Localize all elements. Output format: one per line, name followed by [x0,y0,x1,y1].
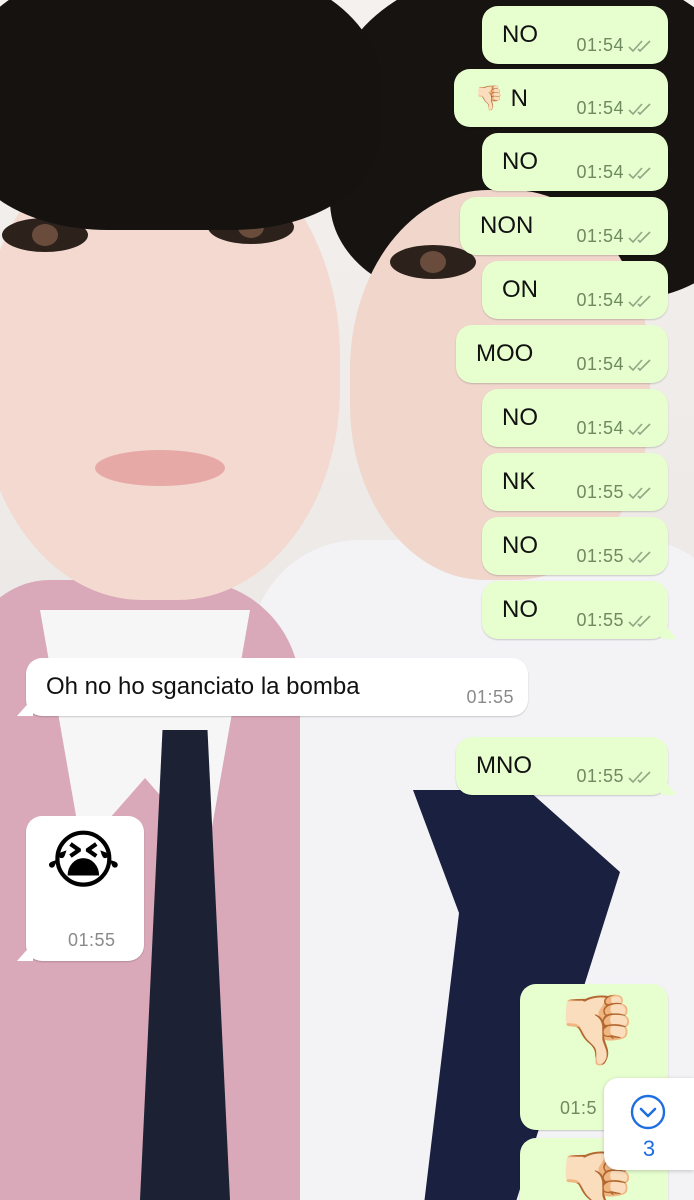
double-check-icon [628,39,651,52]
message-time: 01:54 [576,418,624,438]
thumbs-down-emoji: 👎🏻 [554,992,639,1068]
message-text: NK [502,468,536,495]
double-check-icon [628,358,651,371]
message-bubble-outgoing[interactable]: NON 01:54 [460,197,668,255]
message-time: 01:55 [576,546,624,566]
message-bubble-outgoing[interactable]: 👎🏻 N 01:54 [454,69,668,127]
double-check-icon [628,294,651,307]
message-time: 01:55 [576,482,624,502]
message-bubble-outgoing[interactable]: MNO 01:55 [456,737,668,795]
double-check-icon [628,166,651,179]
message-meta: 01:54 [576,418,654,439]
message-meta: 01:54 [576,35,654,56]
message-meta: 01:55 [576,610,654,631]
double-check-icon [628,614,651,627]
message-bubble-outgoing[interactable]: NO 01:55 [482,581,668,639]
message-meta: 01:55 [576,766,654,787]
message-bubble-outgoing[interactable]: NO 01:55 [482,517,668,575]
message-bubble-outgoing[interactable]: NO 01:54 [482,133,668,191]
message-time: 01:5 [560,1098,598,1118]
message-time: 01:55 [576,610,624,630]
message-meta: 01:55 [576,482,654,503]
double-check-icon [628,770,651,783]
message-meta: 01:54 [576,226,654,247]
message-text: NO [502,148,538,175]
message-time: 01:54 [576,98,624,118]
message-meta: 01:55 [576,546,654,567]
message-time: 01:55 [466,687,514,707]
message-text: NON [480,212,534,239]
wallpaper-mouth-left [95,450,225,486]
message-text: MOO [476,340,534,367]
message-bubble-outgoing[interactable]: NO 01:54 [482,389,668,447]
message-time: 01:54 [576,35,624,55]
message-time: 01:54 [576,290,624,310]
message-bubble-outgoing[interactable]: NK 01:55 [482,453,668,511]
unread-count-badge: 3 [642,1136,656,1161]
message-time: 01:55 [576,766,624,786]
message-text: MNO [476,752,532,779]
scroll-to-bottom-button[interactable]: 3 [604,1078,694,1170]
message-text: NO [502,404,538,431]
loudly-crying-emoji: 😭 [46,824,121,896]
message-text: NO [502,596,538,623]
wallpaper-hair-left [0,0,380,230]
double-check-icon [628,486,651,499]
message-text: NO [502,532,538,559]
message-text: N [510,85,528,112]
message-text: ON [502,276,538,303]
double-check-icon [628,550,651,563]
message-bubble-outgoing[interactable]: MOO 01:54 [456,325,668,383]
message-bubble-incoming[interactable]: Oh no ho sganciato la bomba 01:55 [26,658,528,716]
message-text: Oh no ho sganciato la bomba [46,673,360,700]
message-bubble-outgoing[interactable]: NO 01:54 [482,6,668,64]
double-check-icon [628,102,651,115]
message-content: 👎🏻 N [474,84,528,113]
message-time: 01:54 [576,162,624,182]
chevron-down-icon [630,1094,666,1130]
message-bubble-incoming[interactable]: 😭 01:55 [26,816,144,961]
message-time: 01:54 [576,354,624,374]
double-check-icon [628,422,651,435]
message-meta: 01:55 [466,687,514,708]
double-check-icon [628,230,651,243]
message-bubble-outgoing[interactable]: ON 01:54 [482,261,668,319]
message-time: 01:55 [68,930,116,950]
message-meta: 01:54 [576,98,654,119]
message-meta: 01:54 [576,290,654,311]
thumbs-down-emoji: 👎🏻 [474,85,504,112]
message-text: NO [502,21,538,48]
message-time: 01:54 [576,226,624,246]
message-meta: 01:54 [576,162,654,183]
message-meta: 01:54 [576,354,654,375]
